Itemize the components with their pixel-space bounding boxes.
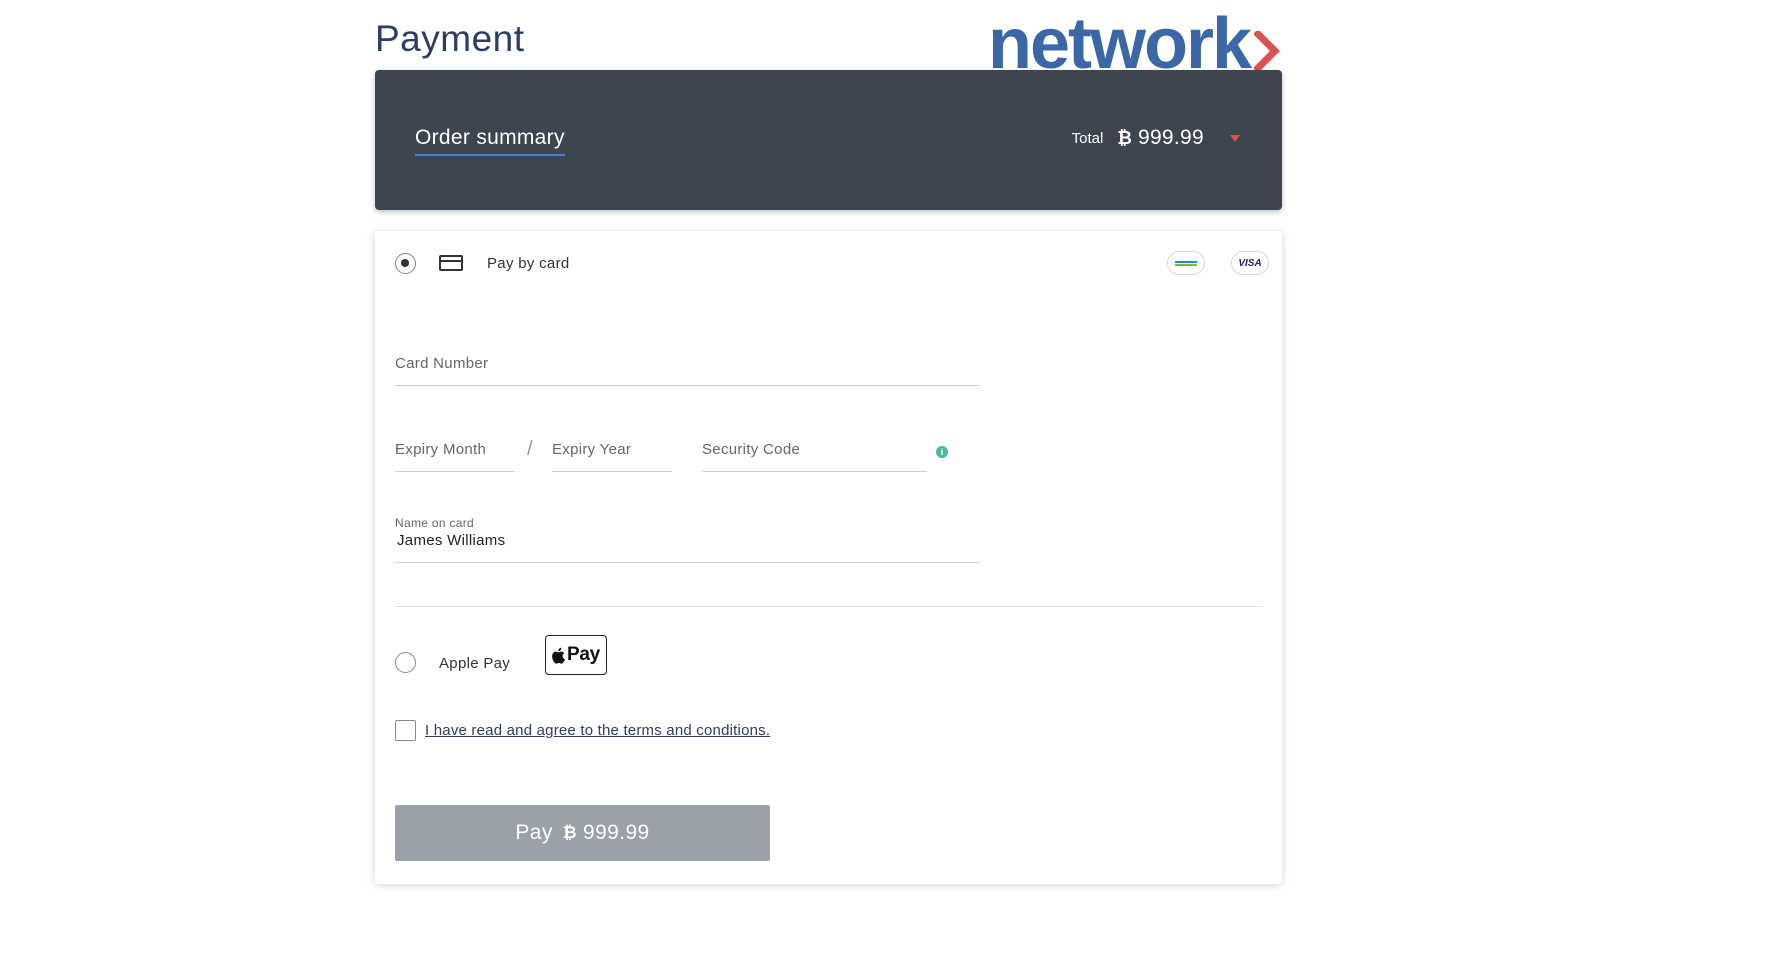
mada-brand-icon bbox=[1167, 251, 1205, 275]
info-icon[interactable]: i bbox=[936, 446, 948, 458]
expiry-separator: / bbox=[527, 438, 533, 460]
expiry-year-placeholder: Expiry Year bbox=[552, 441, 632, 458]
expiry-month-field[interactable]: Expiry Month bbox=[395, 429, 515, 472]
currency-symbol: ₿ bbox=[1117, 127, 1132, 148]
pay-button[interactable]: Pay ₿ 999.99 bbox=[395, 805, 770, 861]
expiry-month-placeholder: Expiry Month bbox=[395, 441, 487, 458]
order-summary-bar[interactable]: Order summary Total ₿ 999.99 bbox=[375, 70, 1282, 210]
expiry-year-field[interactable]: Expiry Year bbox=[552, 429, 672, 472]
visa-brand-label: VISA bbox=[1238, 257, 1262, 269]
pay-button-label: Pay bbox=[515, 821, 553, 844]
name-on-card-value: James Williams bbox=[397, 532, 506, 549]
card-number-field[interactable]: Card Number bbox=[395, 341, 980, 386]
card-number-placeholder: Card Number bbox=[395, 355, 489, 372]
pay-button-amount: 999.99 bbox=[583, 821, 650, 844]
pay-by-card-radio[interactable] bbox=[395, 253, 416, 274]
pay-by-card-label[interactable]: Pay by card bbox=[487, 255, 570, 272]
chevron-right-icon bbox=[1254, 31, 1280, 71]
name-on-card-field[interactable]: Name on card James Williams bbox=[395, 516, 980, 563]
security-code-placeholder: Security Code bbox=[702, 441, 801, 458]
terms-checkbox[interactable] bbox=[395, 720, 416, 741]
order-summary-title[interactable]: Order summary bbox=[415, 126, 565, 156]
apple-logo-icon bbox=[552, 647, 565, 664]
security-code-field[interactable]: Security Code bbox=[702, 429, 927, 472]
visa-brand-icon: VISA bbox=[1231, 251, 1269, 275]
credit-card-icon bbox=[439, 255, 463, 271]
apple-pay-badge: Pay bbox=[545, 635, 607, 675]
name-on-card-label: Name on card bbox=[395, 516, 474, 530]
pay-button-currency: ₿ bbox=[562, 823, 577, 842]
apple-pay-label[interactable]: Apple Pay bbox=[439, 655, 510, 672]
total-amount: 999.99 bbox=[1137, 126, 1204, 149]
apple-pay-radio[interactable] bbox=[395, 652, 416, 673]
total-label: Total bbox=[1071, 129, 1104, 147]
caret-down-icon[interactable] bbox=[1230, 134, 1240, 142]
section-divider bbox=[395, 606, 1262, 607]
order-total[interactable]: Total ₿ 999.99 bbox=[1072, 126, 1240, 150]
apple-pay-badge-text: Pay bbox=[567, 644, 600, 665]
payment-panel: Pay by card VISA Card Number Expiry Mont… bbox=[375, 231, 1282, 884]
terms-link[interactable]: I have read and agree to the terms and c… bbox=[425, 722, 770, 739]
page-title: Payment bbox=[375, 18, 525, 59]
